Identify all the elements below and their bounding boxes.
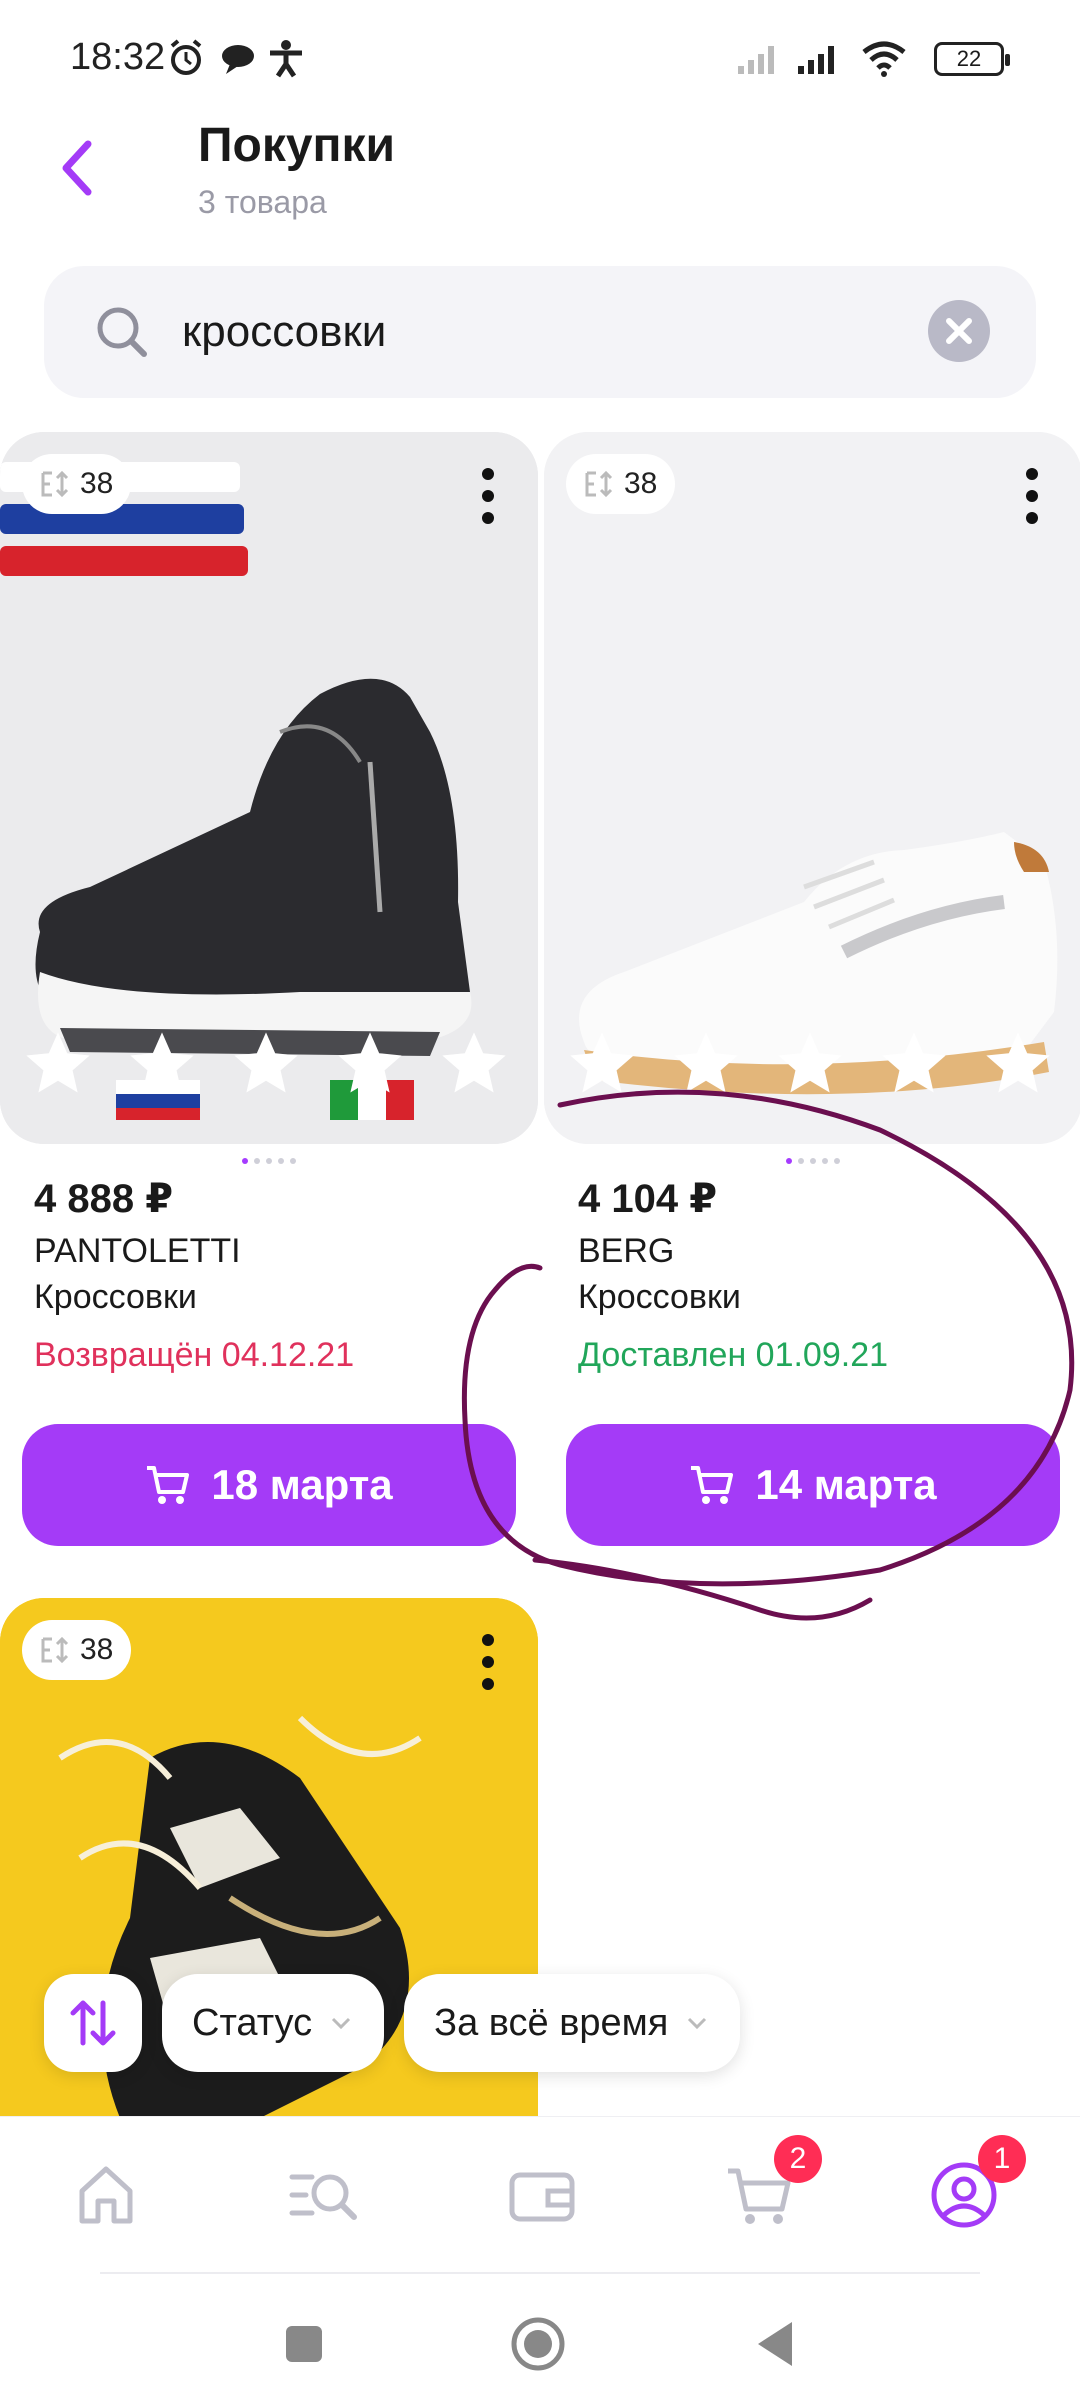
image-pager-dots bbox=[0, 1158, 538, 1164]
nav-divider bbox=[100, 2272, 980, 2274]
pager-dot bbox=[822, 1158, 828, 1164]
pager-dot bbox=[798, 1158, 804, 1164]
battery-indicator: 22 bbox=[934, 42, 1010, 76]
product-image[interactable]: 38 bbox=[544, 432, 1080, 1144]
items-count: 3 товара bbox=[198, 184, 327, 220]
add-to-cart-button[interactable]: 14 марта bbox=[566, 1424, 1060, 1546]
pager-dot bbox=[786, 1158, 792, 1164]
more-options-button[interactable] bbox=[478, 1632, 498, 1692]
status-bar: 18:32 22 bbox=[0, 0, 1080, 110]
add-to-cart-button[interactable]: 18 марта bbox=[22, 1424, 516, 1546]
star-icon[interactable] bbox=[228, 1026, 304, 1102]
sort-arrows-icon bbox=[70, 2000, 116, 2046]
size-badge: 38 bbox=[566, 454, 676, 514]
status-time: 18:32 bbox=[70, 36, 166, 78]
back-system-icon[interactable] bbox=[748, 2314, 808, 2374]
size-icon bbox=[41, 470, 69, 498]
profile-badge: 1 bbox=[978, 2135, 1026, 2183]
star-icon[interactable] bbox=[668, 1026, 744, 1102]
catalog-search-icon[interactable] bbox=[286, 2157, 362, 2233]
cart-icon bbox=[147, 1466, 190, 1504]
profile-nav-item[interactable]: 1 bbox=[926, 2135, 1026, 2233]
accessibility-icon bbox=[270, 40, 302, 78]
chevron-down-icon bbox=[332, 2017, 351, 2030]
period-filter-label: За всё время bbox=[434, 2001, 669, 2044]
star-icon[interactable] bbox=[332, 1026, 408, 1102]
page-title: Покупки bbox=[198, 119, 396, 172]
rating-stars[interactable] bbox=[20, 1026, 512, 1102]
pager-dot bbox=[242, 1158, 248, 1164]
star-icon[interactable] bbox=[436, 1026, 512, 1102]
status-filter-chip[interactable]: Статус bbox=[162, 1974, 385, 2072]
size-value: 38 bbox=[624, 467, 658, 500]
star-icon[interactable] bbox=[564, 1026, 640, 1102]
status-filter-label: Статус bbox=[192, 2001, 313, 2044]
delivery-date: 18 марта bbox=[211, 1461, 393, 1508]
product-image[interactable]: 38 bbox=[0, 432, 538, 1144]
chevron-down-icon bbox=[688, 2017, 707, 2030]
pager-dot bbox=[266, 1158, 272, 1164]
cart-badge: 2 bbox=[774, 2135, 822, 2183]
pager-dot bbox=[278, 1158, 284, 1164]
product-card[interactable]: 38 4 104 ₽ BERG Кроссовки Доставлен 01.0… bbox=[544, 432, 1080, 1552]
product-brand: PANTOLETTI bbox=[34, 1232, 241, 1270]
size-value: 38 bbox=[80, 467, 114, 500]
size-icon bbox=[41, 1636, 69, 1664]
product-card[interactable]: 38 4 888 ₽ PANTOLETTI Кроссовки Возвращё… bbox=[0, 432, 538, 1552]
search-input[interactable] bbox=[182, 296, 922, 368]
search-bar[interactable] bbox=[44, 266, 1036, 398]
more-options-button[interactable] bbox=[478, 466, 498, 526]
pager-dot bbox=[834, 1158, 840, 1164]
close-icon bbox=[946, 318, 972, 344]
search-icon bbox=[97, 307, 147, 357]
pager-dot bbox=[290, 1158, 296, 1164]
home-system-icon[interactable] bbox=[508, 2314, 568, 2374]
clear-search-button[interactable] bbox=[928, 300, 990, 362]
system-navigation bbox=[0, 2276, 1080, 2400]
bottom-navigation: 2 1 bbox=[0, 2116, 1080, 2272]
sort-button[interactable] bbox=[44, 1974, 142, 2072]
product-category: Кроссовки bbox=[34, 1278, 197, 1316]
order-status: Возвращён 04.12.21 bbox=[34, 1336, 355, 1374]
star-icon[interactable] bbox=[980, 1026, 1056, 1102]
period-filter-chip[interactable]: За всё время bbox=[404, 1974, 741, 2072]
star-icon[interactable] bbox=[876, 1026, 952, 1102]
product-price: 4 888 ₽ bbox=[34, 1177, 174, 1221]
signal-weak-icon bbox=[738, 46, 774, 74]
star-icon[interactable] bbox=[124, 1026, 200, 1102]
size-badge: 38 bbox=[22, 454, 132, 514]
size-icon bbox=[585, 470, 613, 498]
size-value: 38 bbox=[80, 1633, 114, 1666]
recent-apps-icon[interactable] bbox=[274, 2314, 334, 2374]
size-badge: 38 bbox=[22, 1620, 132, 1680]
pager-dot bbox=[810, 1158, 816, 1164]
more-options-button[interactable] bbox=[1022, 466, 1042, 526]
cart-icon bbox=[691, 1466, 734, 1504]
back-button[interactable] bbox=[48, 128, 108, 208]
alarm-icon bbox=[170, 39, 202, 75]
star-icon[interactable] bbox=[772, 1026, 848, 1102]
wifi-icon bbox=[862, 41, 906, 77]
signal-icon bbox=[798, 46, 834, 74]
filter-bar: Статус За всё время bbox=[44, 1974, 741, 2072]
star-icon[interactable] bbox=[20, 1026, 96, 1102]
pager-dot bbox=[254, 1158, 260, 1164]
product-brand: BERG bbox=[578, 1232, 675, 1270]
product-category: Кроссовки bbox=[578, 1278, 741, 1316]
product-price: 4 104 ₽ bbox=[578, 1177, 718, 1221]
home-icon[interactable] bbox=[68, 2157, 144, 2233]
order-status: Доставлен 01.09.21 bbox=[578, 1336, 889, 1374]
cart-nav-item[interactable]: 2 bbox=[722, 2135, 822, 2233]
wallet-icon[interactable] bbox=[504, 2157, 580, 2233]
image-pager-dots bbox=[544, 1158, 1080, 1164]
delivery-date: 14 марта bbox=[755, 1461, 937, 1508]
battery-level: 22 bbox=[956, 46, 982, 71]
chat-icon bbox=[222, 45, 254, 74]
rating-stars[interactable] bbox=[564, 1026, 1056, 1102]
